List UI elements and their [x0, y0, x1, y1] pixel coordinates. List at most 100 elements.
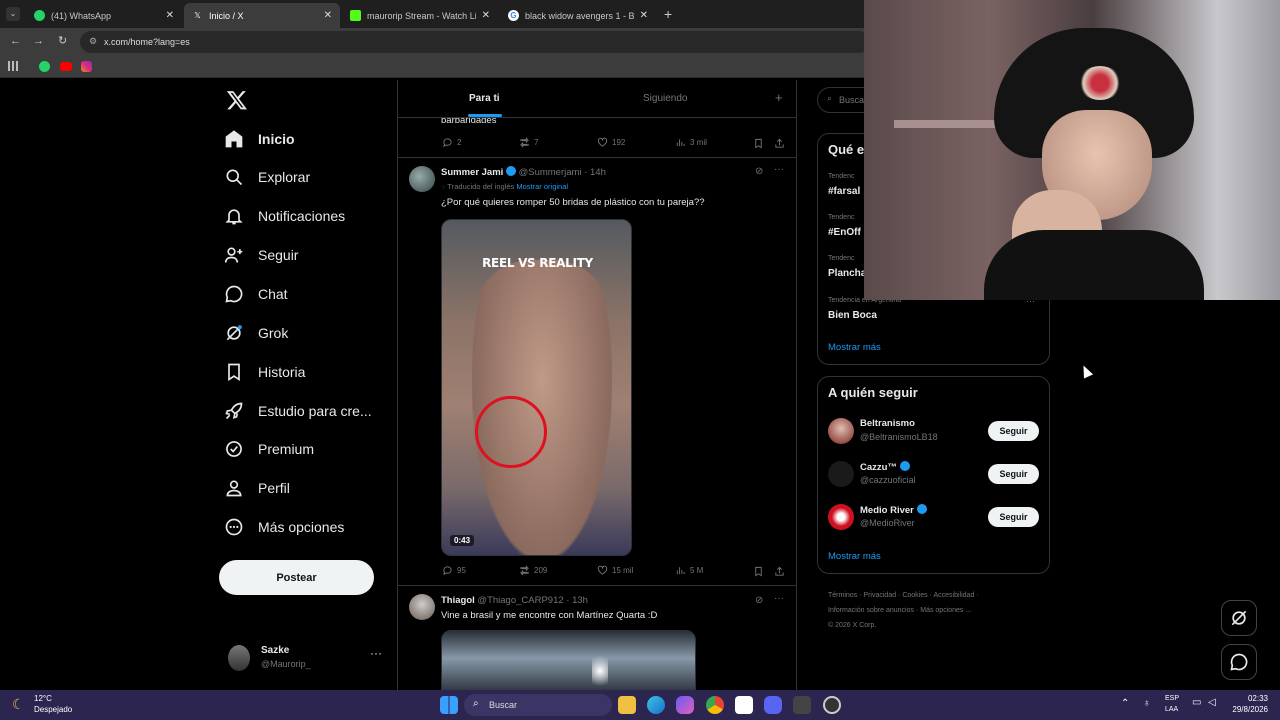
views-button[interactable]: 3 mil — [675, 137, 707, 148]
obs-icon[interactable] — [823, 696, 841, 714]
follow-suggestion[interactable]: Medio River @MedioRiver Seguir — [818, 501, 1049, 537]
taskbar-search[interactable]: ⌕ Buscar — [464, 694, 612, 716]
reload-icon[interactable]: ↻ — [58, 34, 67, 47]
author-name[interactable]: Summer Jami — [441, 167, 503, 178]
show-more-link[interactable]: Mostrar más — [828, 342, 881, 353]
add-icon[interactable]: + — [775, 90, 783, 105]
lang-bottom[interactable]: LAA — [1165, 706, 1178, 713]
more-icon[interactable]: ··· — [370, 646, 382, 660]
copilot-icon[interactable] — [676, 696, 694, 714]
avatar[interactable] — [409, 594, 435, 620]
tab-following[interactable]: Siguiendo — [572, 80, 762, 118]
file-explorer-icon[interactable] — [618, 696, 636, 714]
site-info-icon[interactable]: ⚙ — [89, 36, 97, 47]
grok-float-button[interactable] — [1221, 600, 1257, 636]
microphone-icon[interactable]: ♁ — [1143, 698, 1151, 709]
nav-home[interactable]: Inicio — [224, 127, 295, 151]
app-icon[interactable] — [793, 696, 811, 714]
chevron-up-icon[interactable]: ⌃ — [1121, 698, 1129, 709]
close-icon[interactable]: ✕ — [640, 10, 648, 21]
share-icon[interactable] — [774, 564, 785, 582]
chrome-icon[interactable] — [706, 696, 724, 714]
author-handle[interactable]: @Summerjami — [519, 167, 582, 178]
chat-float-button[interactable] — [1221, 644, 1257, 680]
close-icon[interactable]: ✕ — [166, 10, 174, 21]
close-icon[interactable]: ✕ — [482, 10, 490, 21]
footer-link[interactable]: Cookies — [902, 592, 927, 599]
follow-button[interactable]: Seguir — [988, 464, 1039, 484]
footer-link[interactable]: Privacidad — [863, 592, 896, 599]
tab-kick-stream[interactable]: maurorip Stream - Watch Live o ✕ — [342, 3, 498, 28]
like-button[interactable]: 15 mil — [597, 565, 633, 576]
tab-google-search[interactable]: G black widow avengers 1 - Busca ✕ — [500, 3, 656, 28]
volume-icon[interactable]: ◁ — [1208, 697, 1216, 708]
more-icon[interactable]: ··· — [774, 593, 784, 604]
store-icon[interactable] — [735, 696, 753, 714]
reply-button[interactable]: 95 — [442, 565, 466, 576]
nav-grok[interactable]: Grok — [224, 321, 288, 345]
repost-button[interactable]: 7 — [519, 137, 538, 148]
post-time[interactable]: · 13h — [566, 595, 588, 606]
close-icon[interactable]: ✕ — [324, 10, 332, 21]
nav-bookmarks[interactable]: Historia — [224, 360, 305, 384]
discord-icon[interactable] — [764, 696, 782, 714]
forward-icon[interactable]: → — [33, 35, 44, 47]
nav-creator-studio[interactable]: Estudio para cre... — [224, 399, 372, 423]
views-button[interactable]: 5 M — [675, 565, 703, 576]
follow-suggestion[interactable]: Cazzu™ @cazzuoficial Seguir — [818, 458, 1049, 494]
nav-premium[interactable]: Premium — [224, 437, 314, 461]
weather-widget[interactable]: ☾ 12°C Despejado — [12, 694, 102, 716]
follow-button[interactable]: Seguir — [988, 507, 1039, 527]
nav-explore[interactable]: Explorar — [224, 165, 310, 189]
footer-link[interactable]: Más opciones ... — [920, 607, 971, 614]
tab-x-home[interactable]: 𝕏 Inicio / X ✕ — [184, 3, 340, 28]
network-icon[interactable]: ▭ — [1192, 697, 1201, 708]
post-image[interactable] — [441, 630, 696, 690]
instagram-bookmark-icon[interactable] — [81, 61, 92, 72]
author-handle[interactable]: @Thiago_CARP912 — [477, 595, 563, 606]
like-button[interactable]: 192 — [597, 137, 625, 148]
address-bar[interactable]: ⚙ x.com/home?lang=es — [80, 31, 870, 53]
youtube-bookmark-icon[interactable] — [60, 62, 72, 71]
post-button[interactable]: Postear — [219, 560, 374, 595]
tab-whatsapp[interactable]: (41) WhatsApp ✕ — [26, 3, 182, 28]
footer-link[interactable]: Accesibilidad — [933, 592, 974, 599]
show-original-link[interactable]: Mostrar original — [516, 182, 568, 191]
post-video[interactable]: REEL VS REALITY 0:43 — [441, 219, 632, 556]
clock-time[interactable]: 02:33 — [1230, 694, 1268, 703]
tab-list-icon[interactable]: ⌄ — [6, 7, 20, 21]
apps-grid-icon[interactable] — [8, 61, 18, 71]
edge-icon[interactable] — [647, 696, 665, 714]
share-icon[interactable] — [774, 136, 785, 154]
repost-button[interactable]: 209 — [519, 565, 547, 576]
footer-link[interactable]: Información sobre anuncios — [828, 607, 914, 614]
nav-profile[interactable]: Perfil — [224, 476, 290, 500]
new-tab-icon[interactable]: + — [664, 6, 672, 22]
x-logo-icon[interactable] — [226, 89, 248, 111]
nav-more-options[interactable]: Más opciones — [224, 515, 344, 539]
nav-notifications[interactable]: Notificaciones — [224, 204, 345, 228]
account-switcher[interactable]: Sazke @Maurorip_ ··· — [226, 642, 386, 676]
bookmark-icon[interactable] — [753, 136, 763, 149]
lang-top[interactable]: ESP — [1165, 695, 1179, 702]
follow-button[interactable]: Seguir — [988, 421, 1039, 441]
follow-suggestion[interactable]: Beltranismo @BeltranismoLB18 Seguir — [818, 415, 1049, 451]
tab-for-you[interactable]: Para ti — [398, 80, 572, 118]
footer-link[interactable]: Términos — [828, 592, 857, 599]
clock-date[interactable]: 29/8/2026 — [1222, 705, 1268, 714]
nav-follow[interactable]: Seguir — [224, 243, 298, 267]
webcam-person-hat-badge — [1078, 66, 1122, 100]
whatsapp-bookmark-icon[interactable] — [39, 61, 50, 72]
avatar[interactable] — [409, 166, 435, 192]
show-more-link[interactable]: Mostrar más — [828, 551, 881, 562]
nav-chat[interactable]: Chat — [224, 282, 288, 306]
bookmark-icon[interactable] — [753, 564, 764, 582]
post-time[interactable]: · 14h — [584, 167, 606, 178]
back-icon[interactable]: ← — [10, 35, 21, 47]
windows-start-icon[interactable] — [440, 696, 458, 714]
more-icon[interactable]: ··· — [774, 164, 784, 175]
grok-icon[interactable]: ⊘ — [755, 595, 763, 606]
grok-icon[interactable]: ⊘ — [755, 166, 763, 177]
author-name[interactable]: Thiagol — [441, 595, 475, 606]
reply-button[interactable]: 2 — [442, 137, 461, 148]
